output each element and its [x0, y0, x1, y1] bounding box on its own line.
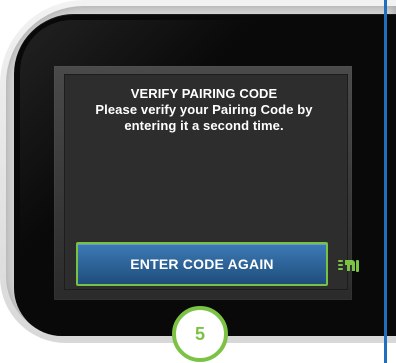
screen-text-block: VERIFY PAIRING CODE Please verify your P…	[76, 86, 332, 134]
hand-tap-icon	[338, 260, 359, 272]
step-number-badge: 5	[172, 306, 228, 362]
right-divider	[384, 0, 387, 363]
screen-message: Please verify your Pairing Code by enter…	[95, 102, 313, 133]
screen-title: VERIFY PAIRING CODE	[130, 86, 278, 101]
enter-code-again-button[interactable]: ENTER CODE AGAIN	[76, 242, 328, 286]
